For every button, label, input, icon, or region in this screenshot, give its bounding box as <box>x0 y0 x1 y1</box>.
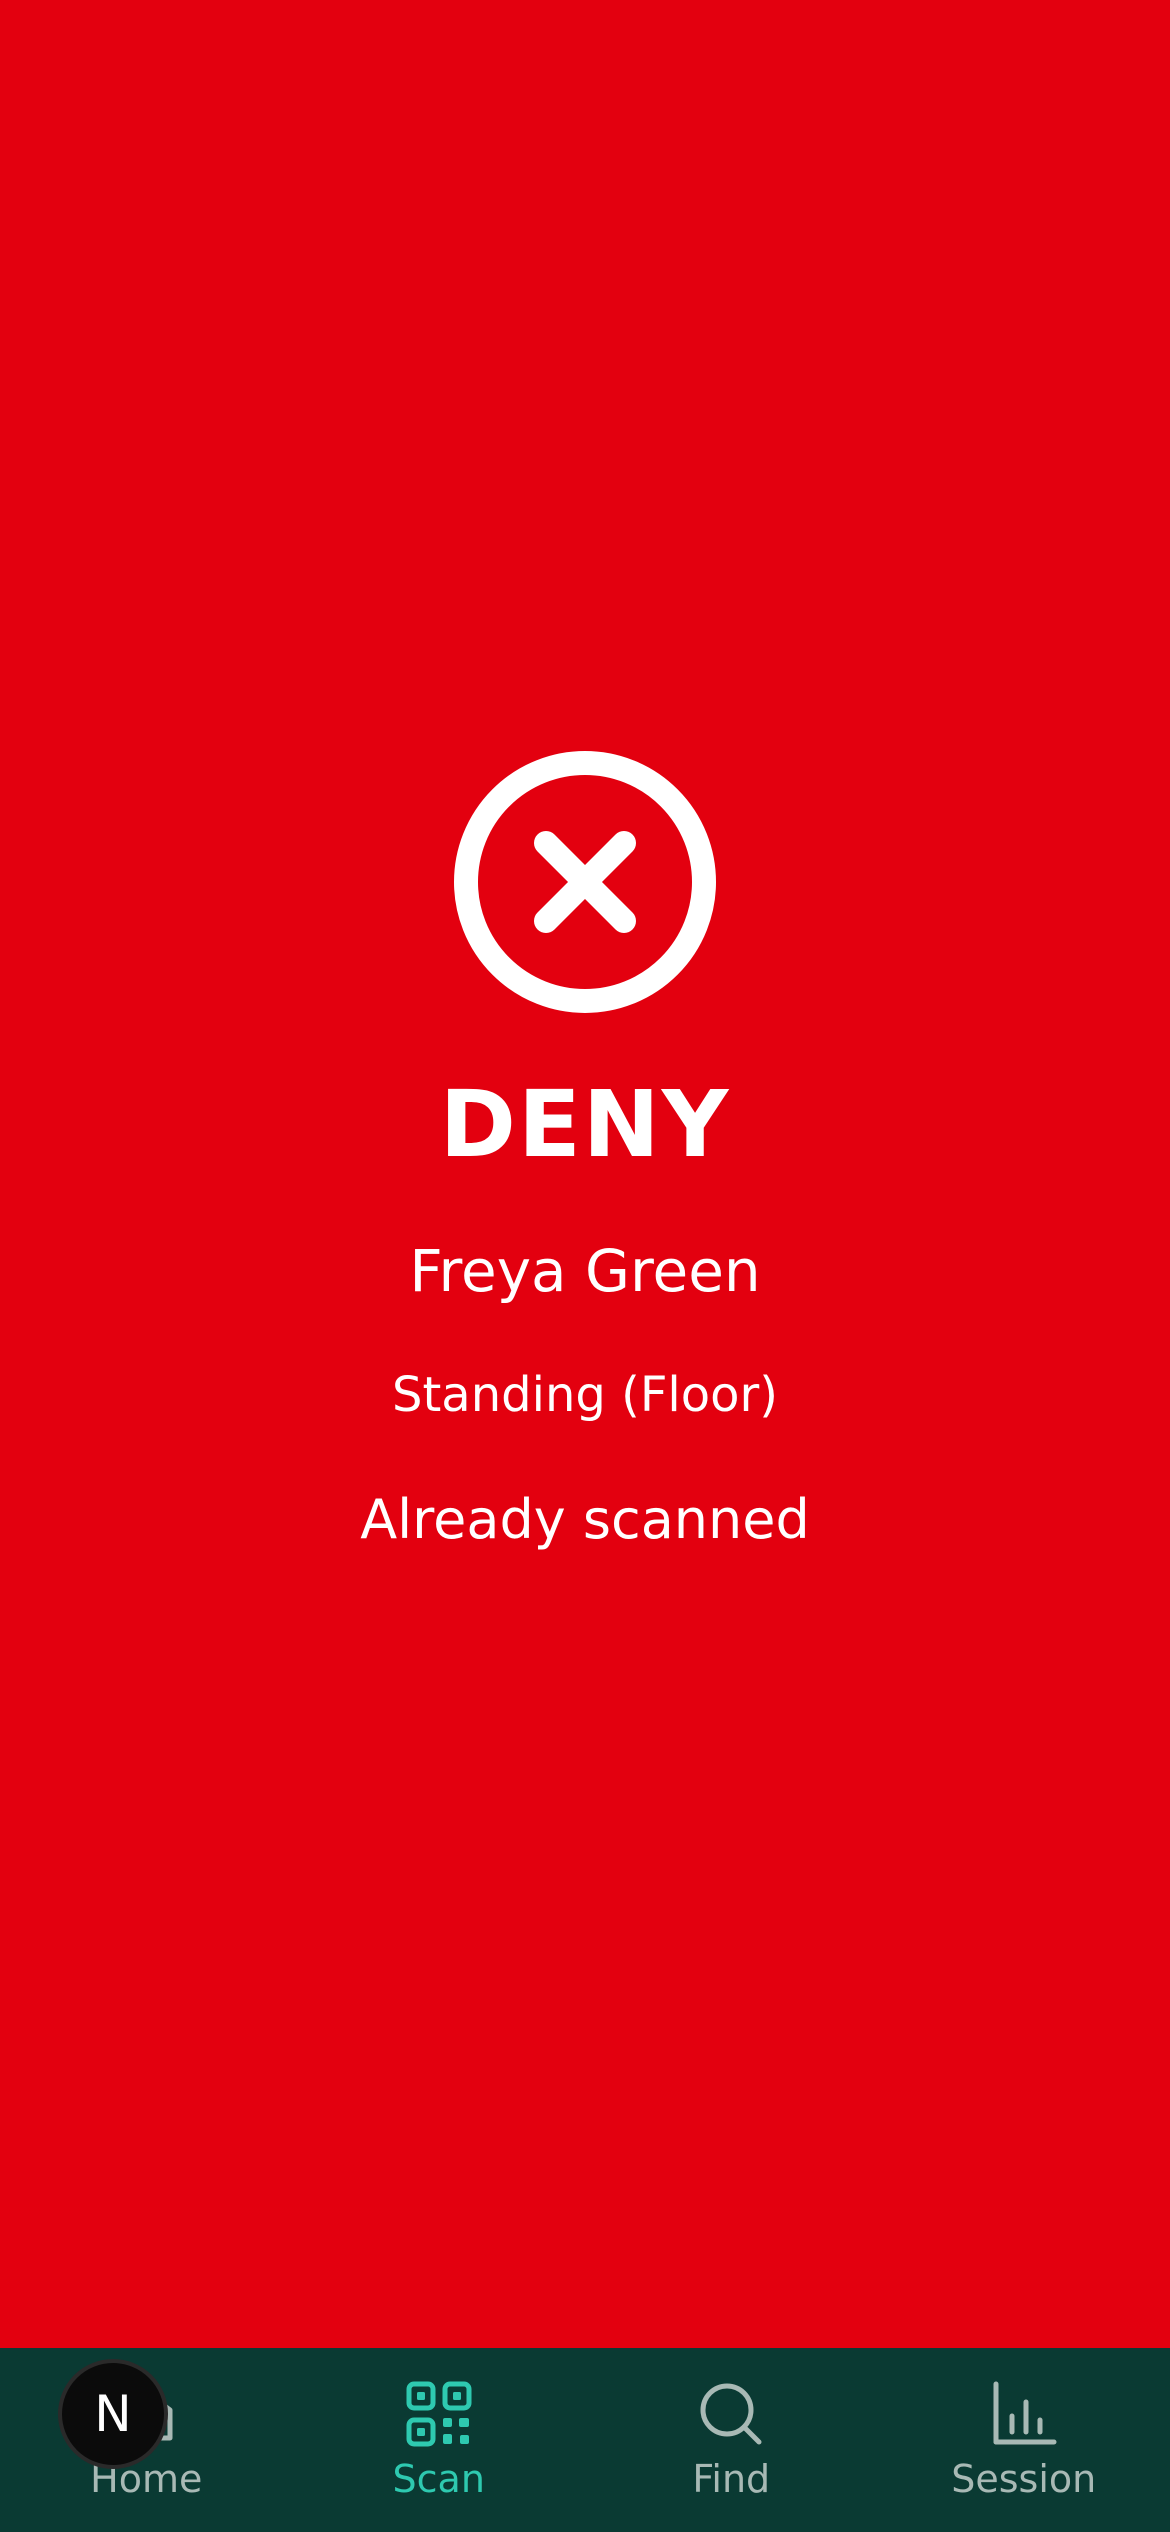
verdict-title: DENY <box>439 1071 731 1178</box>
dev-badge-label: N <box>94 2385 132 2443</box>
nav-item-scan[interactable]: Scan <box>293 2348 586 2532</box>
x-circle-icon <box>454 751 716 1013</box>
deny-reason: Already scanned <box>360 1488 810 1551</box>
ticket-type: Standing (Floor) <box>392 1367 778 1423</box>
nav-label-home: Home <box>90 2457 203 2501</box>
search-icon <box>700 2383 762 2445</box>
bar-chart-icon <box>993 2381 1057 2445</box>
nav-item-session[interactable]: Session <box>878 2348 1170 2532</box>
ticket-holder-name: Freya Green <box>409 1237 761 1305</box>
nav-label-scan: Scan <box>392 2457 485 2501</box>
nav-label-find: Find <box>692 2457 771 2501</box>
scan-result-screen: DENY Freya Green Standing (Floor) Alread… <box>0 0 1170 2348</box>
nextjs-badge-icon[interactable]: N <box>58 2359 168 2469</box>
nav-label-session: Session <box>951 2457 1097 2501</box>
bottom-nav: Home Scan Find Session <box>0 2348 1170 2532</box>
qr-code-icon <box>406 2381 472 2447</box>
nav-item-find[interactable]: Find <box>585 2348 878 2532</box>
